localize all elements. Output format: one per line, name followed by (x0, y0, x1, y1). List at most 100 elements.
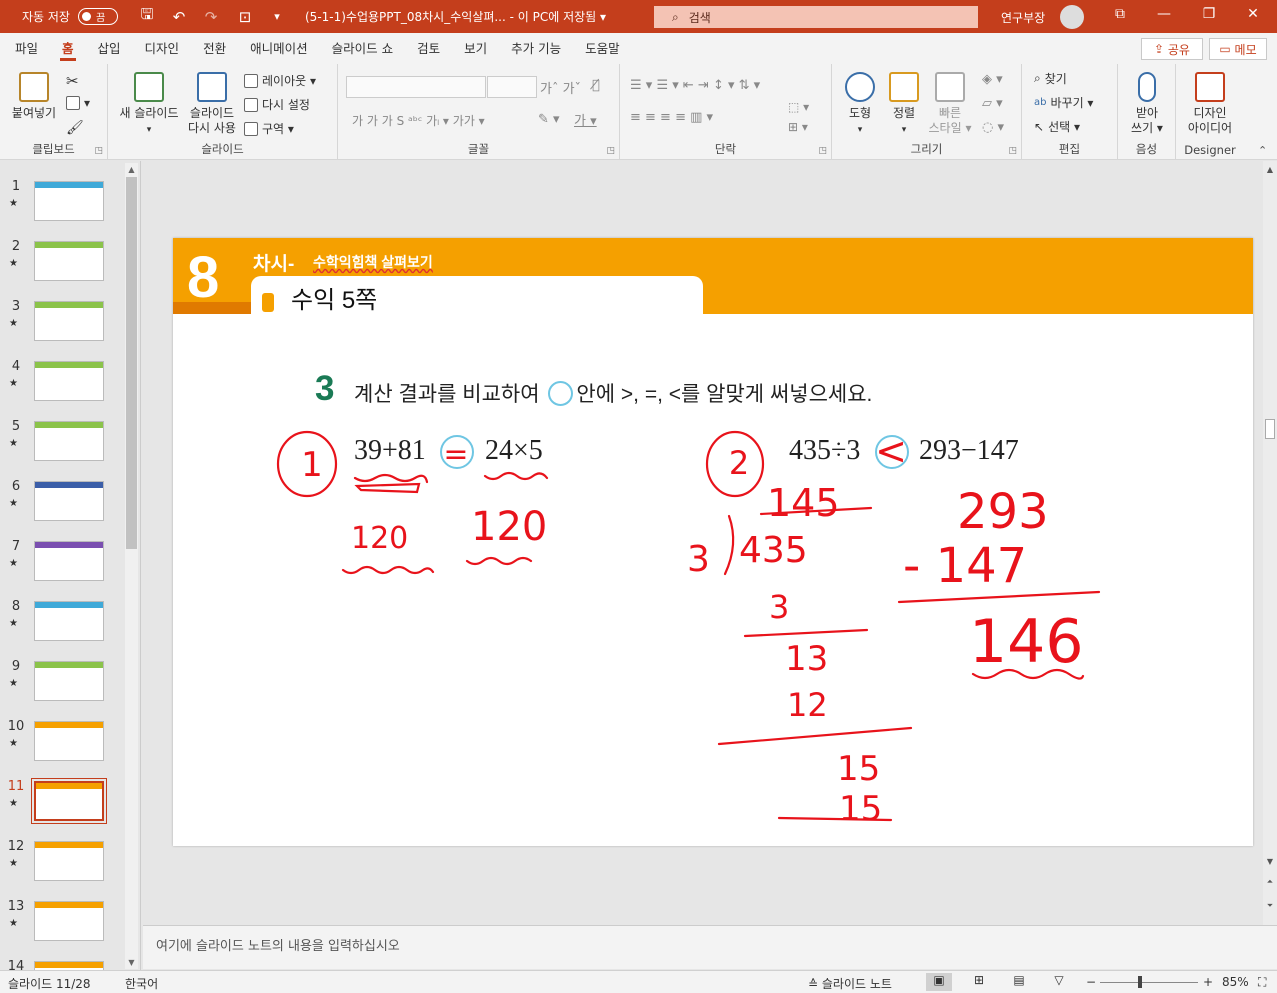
new-slide-button[interactable]: 새 슬라이드 ▾ (116, 72, 182, 138)
font-size-input[interactable] (487, 76, 537, 98)
font-color-icon[interactable]: 가 ▾ (574, 110, 597, 129)
slide-sorter-icon[interactable]: ⊞ (966, 973, 992, 991)
quick-styles-button[interactable]: 빠른 스타일 ▾ (924, 72, 976, 136)
highlight-icon[interactable]: ✎ ▾ (538, 112, 560, 127)
dialog-launcher-icon[interactable]: ◳ (94, 146, 103, 156)
language-indicator[interactable]: 한국어 (125, 975, 158, 992)
slide-thumbnail[interactable]: 10 ★ (0, 719, 125, 779)
minimize-icon[interactable]: — (1154, 6, 1174, 22)
user-name[interactable]: 연구부장 (1001, 9, 1045, 26)
customize-quick-access-icon[interactable]: ▾ (262, 10, 292, 23)
slide-thumbnail[interactable]: 4 ★ (0, 359, 125, 419)
notes-pane[interactable]: 여기에 슬라이드 노트의 내용을 입력하십시오 (143, 925, 1277, 969)
cut-icon[interactable]: ✂ (66, 72, 79, 90)
font-name-input[interactable] (346, 76, 486, 98)
avatar[interactable] (1060, 5, 1084, 29)
replace-button[interactable]: ab 바꾸기 ▾ (1034, 94, 1093, 111)
copy-icon[interactable]: ▾ (66, 96, 90, 110)
design-ideas-button[interactable]: 디자인 아이디어 (1182, 72, 1238, 136)
next-slide-icon[interactable]: ⏷ (1263, 901, 1277, 911)
save-icon[interactable]: 🖫 (132, 4, 162, 29)
drawing-dialog-launcher-icon[interactable]: ◳ (1008, 146, 1017, 156)
comments-button[interactable]: ▭ 메모 (1209, 38, 1267, 60)
slide-thumbnail[interactable]: 6 ★ (0, 479, 125, 539)
slide-thumbnail[interactable]: 8 ★ (0, 599, 125, 659)
scroll-thumb[interactable] (1265, 419, 1275, 439)
share-button[interactable]: ⇪ 공유 (1141, 38, 1203, 60)
clear-format-icon[interactable]: 가̸ (592, 78, 600, 93)
slideshow-view-icon[interactable]: ▽ (1046, 973, 1072, 991)
zoom-slider[interactable] (1100, 976, 1198, 988)
thumbnail-scrollbar[interactable]: ▲ ▼ (125, 163, 138, 969)
present-icon[interactable]: ⊡ (230, 8, 260, 26)
slide-thumbnail[interactable]: 5 ★ (0, 419, 125, 479)
tab-insert[interactable]: 삽입 (86, 33, 133, 64)
arrange-button[interactable]: 정렬 ▾ (882, 72, 926, 138)
zoom-level[interactable]: 85% (1222, 975, 1249, 989)
tab-help[interactable]: 도움말 (573, 33, 632, 64)
autosave-toggle[interactable]: 끔 (77, 8, 118, 25)
slide-thumbnail[interactable]: 9 ★ (0, 659, 125, 719)
paste-button[interactable]: 붙여넣기 (6, 72, 62, 121)
document-title[interactable]: (5-1-1)수업용PPT_08차시_수익살펴... - 이 PC에 저장됨 ▾ (305, 8, 606, 25)
font-dialog-launcher-icon[interactable]: ◳ (606, 146, 615, 156)
notes-placeholder[interactable]: 여기에 슬라이드 노트의 내용을 입력하십시오 (156, 935, 400, 954)
reading-view-icon[interactable]: ▤ (1006, 973, 1032, 991)
slide-thumbnail[interactable]: 11 ★ (0, 778, 125, 839)
align-icons[interactable]: ≡ ≡ ≡ ≡ ▥ ▾ (630, 110, 713, 125)
slide-scrollbar[interactable]: ▲ ▼ ⏶ ⏷ (1263, 161, 1277, 925)
redo-icon[interactable]: ↷ (196, 8, 226, 26)
bold-italic-underline-icons[interactable]: 가 가 가 S ᵃᵇᶜ 가ₗ ▾ 가가 ▾ (352, 112, 485, 129)
paragraph-dialog-launcher-icon[interactable]: ◳ (818, 146, 827, 156)
search-box[interactable]: ⌕ 검색 (654, 6, 978, 28)
notes-toggle-button[interactable]: ≙ 슬라이드 노트 (808, 975, 892, 992)
smartart-icon[interactable]: ⊞ ▾ (788, 120, 808, 134)
scroll-up-icon[interactable]: ▲ (1263, 165, 1277, 174)
normal-view-icon[interactable]: ▣ (926, 973, 952, 991)
collapse-ribbon-icon[interactable]: ⌃ (1258, 144, 1267, 157)
reuse-slides-button[interactable]: 슬라이드 다시 사용 (184, 72, 240, 136)
zoom-in-button[interactable]: + (1203, 975, 1213, 989)
tab-addins[interactable]: 추가 기능 (499, 33, 573, 64)
shape-fill-icon[interactable]: ◈ ▾ (982, 72, 1003, 87)
find-button[interactable]: ⌕ 찾기 (1034, 70, 1067, 87)
dictate-button[interactable]: 받아 쓰기 ▾ (1124, 72, 1170, 136)
select-button[interactable]: ↖ 선택 ▾ (1034, 118, 1080, 135)
zoom-slider-thumb[interactable] (1138, 976, 1142, 988)
tab-file[interactable]: 파일 (3, 33, 50, 64)
reset-button[interactable]: 다시 설정 (244, 96, 310, 113)
scroll-up-icon[interactable]: ▲ (125, 165, 138, 174)
undo-icon[interactable]: ↶ (164, 8, 194, 26)
slide-thumbnail[interactable]: 13 ★ (0, 899, 125, 959)
slide-thumbnail[interactable]: 1 ★ (0, 179, 125, 239)
tab-design[interactable]: 디자인 (133, 33, 192, 64)
grow-font-icon[interactable]: 가ˆ 가ˇ (540, 78, 581, 97)
slide-thumbnail[interactable]: 12 ★ (0, 839, 125, 899)
tab-home[interactable]: 홈 (50, 33, 86, 64)
tab-view[interactable]: 보기 (452, 33, 499, 64)
shape-effects-icon[interactable]: ◌ ▾ (982, 120, 1004, 135)
slide-thumbnail[interactable]: 7 ★ (0, 539, 125, 599)
scroll-down-icon[interactable]: ▼ (125, 958, 138, 967)
zoom-out-button[interactable]: − (1086, 975, 1096, 989)
restore-icon[interactable]: ❐ (1199, 6, 1219, 22)
fit-to-window-icon[interactable]: ⛶ (1258, 975, 1266, 990)
layout-button[interactable]: 레이아웃 ▾ (244, 72, 316, 89)
text-direction-icon[interactable]: ⬚ ▾ (788, 100, 809, 114)
tab-transitions[interactable]: 전환 (191, 33, 238, 64)
scroll-down-icon[interactable]: ▼ (1263, 857, 1277, 866)
previous-slide-icon[interactable]: ⏶ (1263, 877, 1277, 887)
tab-animations[interactable]: 애니메이션 (238, 33, 320, 64)
slide-thumbnail[interactable]: 3 ★ (0, 299, 125, 359)
tab-slideshow[interactable]: 슬라이드 쇼 (320, 33, 405, 64)
shape-outline-icon[interactable]: ▱ ▾ (982, 96, 1003, 111)
section-button[interactable]: 구역 ▾ (244, 120, 294, 137)
slide-canvas[interactable]: 8 차시- 수학익힘책 살펴보기 수익 5쪽 3 계산 결과를 비교하여 안에 … (173, 238, 1253, 846)
ribbon-display-icon[interactable]: ⧉ (1110, 6, 1130, 22)
shapes-button[interactable]: 도형 ▾ (838, 72, 882, 138)
thumbnail-scroll-thumb[interactable] (126, 177, 137, 549)
bullets-icon[interactable]: ☰ ▾ ☰ ▾ ⇤ ⇥ ↕ ▾ ⇅ ▾ (630, 78, 760, 93)
slide-thumbnail[interactable]: 2 ★ (0, 239, 125, 299)
tab-review[interactable]: 검토 (405, 33, 452, 64)
close-icon[interactable]: ✕ (1243, 6, 1263, 22)
